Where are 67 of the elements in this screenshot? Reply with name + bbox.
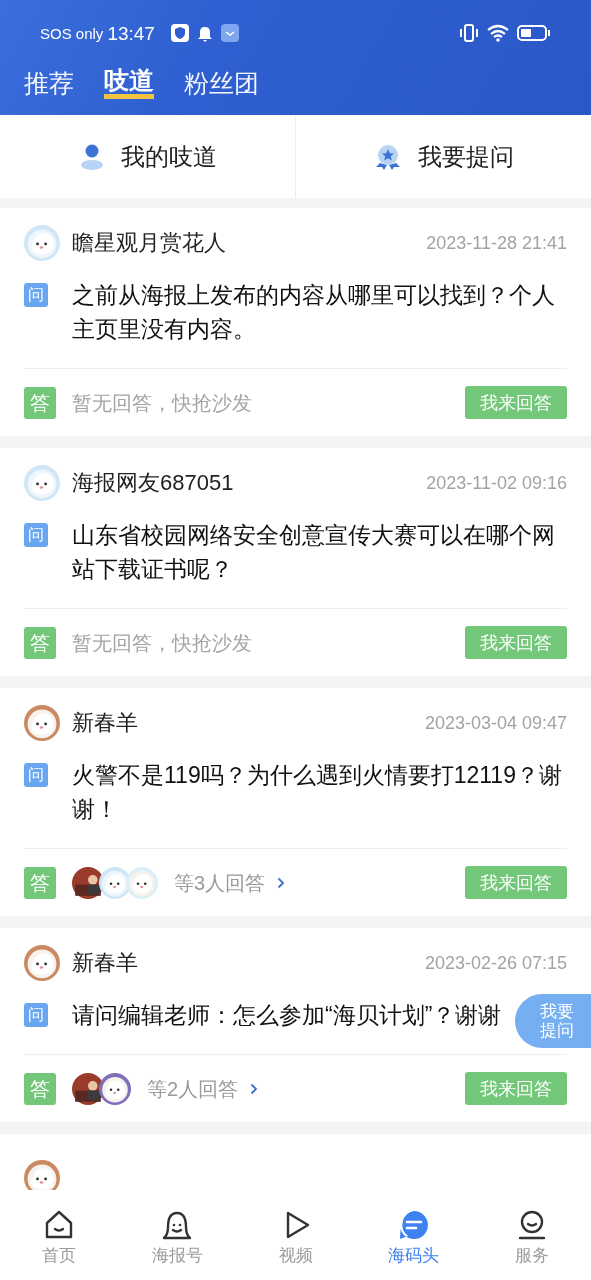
question-text: 山东省校园网络安全创意宣传大赛可以在哪个网站下载证书呢？ [72,521,556,584]
user-name: 海报网友687051 [72,472,234,494]
avatar [126,866,158,899]
nav-item[interactable]: 海码头 [354,1206,473,1264]
question-mark: 问 [24,523,48,547]
top-tab[interactable]: 粉丝团 [184,70,259,96]
question-card[interactable]: 新春羊 2023-03-04 09:47 问 火警不是119吗？为什么遇到火情要打12119？谢谢！ 答 等3人回答 我来回答 [0,688,591,916]
chevron-right-icon [277,876,286,889]
answer-count[interactable]: 等3人回答 [174,872,266,893]
answer-mark: 答 [24,626,56,659]
avatar [72,866,104,899]
question-text: 火警不是119吗？为什么遇到火情要打12119？谢谢！ [72,761,563,824]
ask-question-button[interactable]: 我要 提问 [515,994,591,1048]
chat-icon [399,1210,428,1239]
user-name: 新春羊 [72,712,138,734]
person-icon [518,1210,546,1239]
avatar [24,465,60,501]
person-icon [78,142,105,171]
answer-count[interactable]: 等2人回答 [147,1078,239,1099]
answer-mark: 答 [24,386,56,419]
wifi-icon [487,24,509,42]
no-answer-text: 暂无回答，快抢沙发 [72,632,252,653]
post-time: 2023-03-04 09:47 [424,714,567,732]
question-card[interactable]: 瞻星观月赏花人 2023-11-28 21:41 问 之前从海报上发布的内容从哪里可以找到？个人主页里没有内容。 答 暂无回答，快抢沙发 我来回答 [0,208,591,436]
avatar [99,1072,131,1105]
no-answer-text: 暂无回答，快抢沙发 [72,392,252,413]
avatar [24,705,60,741]
sub-tab[interactable]: 我要提问 [296,115,591,198]
nav-item[interactable]: 首页 [0,1206,119,1264]
nav-item[interactable]: 服务 [472,1206,591,1264]
top-tab[interactable]: 推荐 [24,70,74,96]
post-time: 2023-11-02 09:16 [426,474,567,492]
question-mark: 问 [24,1003,48,1027]
carrier-text: SOS only [40,25,104,41]
avatar [72,1072,104,1105]
answer-button[interactable]: 我来回答 [465,626,567,659]
question-card[interactable]: 海报网友687051 2023-11-02 09:16 问 山东省校园网络安全创意宣传大赛可以在哪个网站下载证书呢？ 答 暂无回答，快抢沙发 我来回答 [0,448,591,676]
question-mark: 问 [24,763,48,787]
user-name: 瞻星观月赏花人 [72,232,226,254]
question-text: 之前从海报上发布的内容从哪里可以找到？个人主页里没有内容。 [72,281,556,344]
shield-icon [170,24,189,42]
post-time: 2023-02-26 07:15 [424,954,567,972]
user-name: 新春羊 [72,952,138,974]
avatar [24,225,60,261]
clock: 13:47 [107,23,155,43]
nav-item[interactable]: 海报号 [118,1206,237,1264]
question-text: 请问编辑老师：怎么参加“海贝计划”？谢谢 [72,1001,502,1030]
avatar [24,945,60,981]
answer-button[interactable]: 我来回答 [465,386,567,419]
avatar [99,866,131,899]
answer-button[interactable]: 我来回答 [465,866,567,899]
ghost-icon [163,1211,192,1239]
answer-button[interactable]: 我来回答 [465,1072,567,1105]
post-time: 2023-11-28 21:41 [426,234,567,252]
home-icon [45,1210,73,1238]
question-mark: 问 [24,283,48,307]
sub-tab[interactable]: 我的吱道 [0,115,296,198]
vibrate-icon [459,24,479,42]
nav-item[interactable]: 视频 [236,1206,355,1264]
app-icon [220,24,239,42]
answer-mark: 答 [24,1072,56,1105]
top-tab[interactable]: 吱道 [104,67,154,99]
bell-icon [196,24,213,42]
battery-icon [517,24,551,42]
answer-mark: 答 [24,866,56,899]
chevron-right-icon [250,1082,259,1095]
play-icon [286,1211,309,1238]
